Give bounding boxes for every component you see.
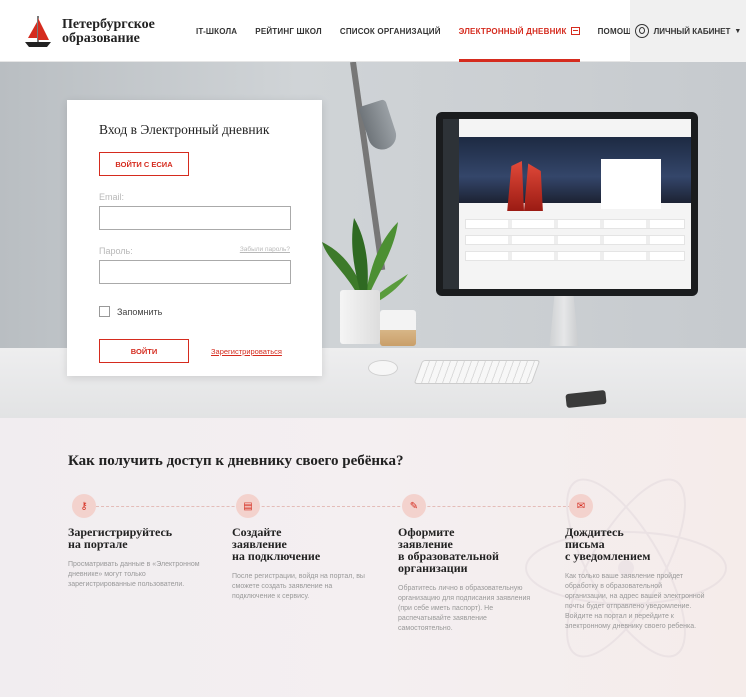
site-header: Петербургское образование IT-ШКОЛА РЕЙТИ… (0, 0, 746, 62)
edit-icon: ✎ (402, 494, 426, 518)
nav-electronic-diary-label: ЭЛЕКТРОННЫЙ ДНЕВНИК (458, 26, 567, 36)
step-description: Просматривать данные в «Электронном днев… (68, 561, 200, 588)
logo-line-1: Петербургское (62, 17, 155, 32)
personal-cabinet-button[interactable]: ЛИЧНЫЙ КАБИНЕТ ▼ (630, 0, 746, 62)
white-pot-image (340, 290, 380, 344)
step-description: После регистрации, войдя на портал, вы с… (232, 573, 365, 600)
step-sign-application: ✎ Оформите заявление в образовательной о… (398, 494, 538, 634)
mouse-image (368, 360, 398, 376)
password-label: Пароль: (99, 246, 133, 256)
cork-pot-image (380, 310, 416, 346)
step-create-application: ▤ Создайте заявление на подключение Посл… (232, 494, 372, 602)
step-register: ⚷ Зарегистрируйтесь на портале Просматри… (68, 494, 208, 590)
step-await-email: ✉ Дождитесь письма с уведомлением Как то… (565, 494, 705, 632)
email-label: Email: (99, 192, 125, 202)
login-title: Вход в Электронный дневник (99, 122, 270, 137)
step-title-line: на подключение (232, 549, 321, 563)
access-steps-section: Как получить доступ к дневнику своего ре… (0, 418, 746, 697)
document-icon: ▤ (236, 494, 260, 518)
logo-line-2: образование (62, 31, 140, 46)
section-title: Как получить доступ к дневнику своего ре… (68, 453, 404, 469)
step-title-line: на портале (68, 537, 128, 551)
step-title-line: с уведомлением (565, 549, 651, 563)
login-arrow-icon (570, 27, 580, 35)
remember-me[interactable]: Запомнить (99, 306, 290, 317)
main-nav: IT-ШКОЛА РЕЙТИНГ ШКОЛ СПИСОК ОРГАНИЗАЦИЙ… (196, 0, 656, 62)
esia-login-button[interactable]: ВОЙТИ С ЕСИА (99, 152, 189, 176)
nav-electronic-diary[interactable]: ЭЛЕКТРОННЫЙ ДНЕВНИК (458, 0, 580, 62)
ship-logo-icon (25, 16, 51, 47)
caret-down-icon: ▼ (734, 27, 742, 35)
user-icon (634, 24, 649, 38)
step-title-line: организации (398, 561, 468, 575)
key-icon: ⚷ (72, 494, 96, 518)
nav-organizations[interactable]: СПИСОК ОРГАНИЗАЦИЙ (340, 0, 441, 62)
email-input[interactable] (99, 206, 291, 230)
site-logo[interactable]: Петербургское образование (22, 14, 155, 50)
login-button[interactable]: ВОЙТИ (99, 339, 189, 363)
mail-icon: ✉ (569, 494, 593, 518)
step-description: Обратитесь лично в образовательную орган… (398, 585, 531, 632)
scarlet-sails-image (507, 161, 543, 211)
keyboard-image (413, 360, 541, 384)
login-card: Вход в Электронный дневник ВОЙТИ С ЕСИА … (67, 100, 322, 376)
password-input[interactable] (99, 260, 291, 284)
monitor-image (436, 112, 698, 296)
step-description: Как только ваше заявление пройдет обрабо… (565, 573, 705, 630)
register-link[interactable]: Зарегистрироваться (211, 347, 282, 356)
personal-cabinet-label: ЛИЧНЫЙ КАБИНЕТ (653, 26, 731, 36)
remember-checkbox[interactable] (99, 306, 110, 317)
remember-label: Запомнить (117, 306, 163, 317)
nav-it-school[interactable]: IT-ШКОЛА (196, 0, 237, 62)
forgot-password-link[interactable]: Забыли пароль? (240, 246, 290, 256)
nav-school-rating[interactable]: РЕЙТИНГ ШКОЛ (255, 0, 322, 62)
